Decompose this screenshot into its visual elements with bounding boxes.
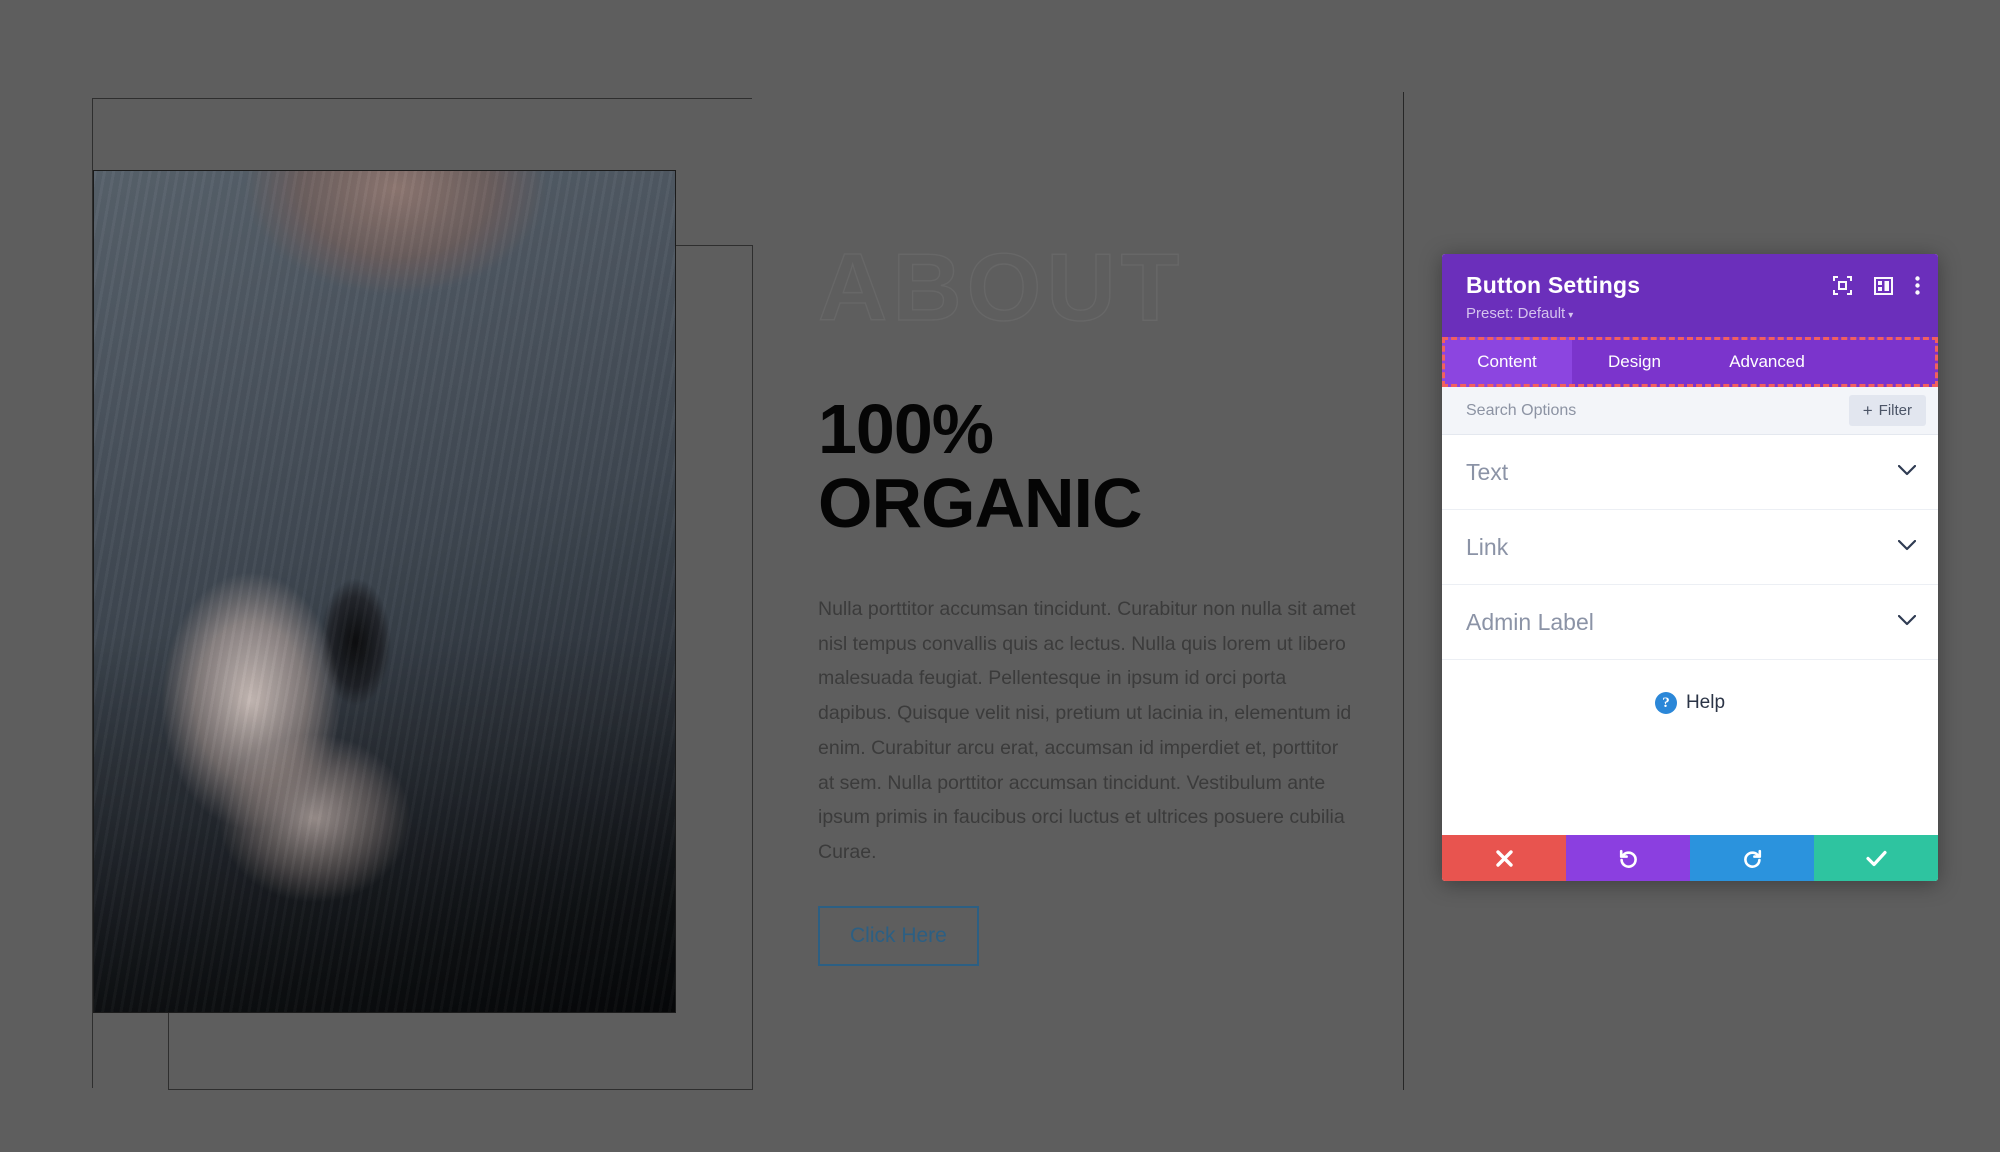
focus-target-icon[interactable]: [1833, 276, 1852, 295]
help-icon: ?: [1654, 692, 1677, 714]
accordion-section-admin-label[interactable]: Admin Label: [1442, 585, 1938, 660]
tab-content[interactable]: Content: [1442, 337, 1572, 387]
click-here-button[interactable]: Click Here: [818, 906, 979, 966]
plus-icon: +: [1862, 401, 1873, 420]
accordion-label: Link: [1466, 533, 1509, 560]
chevron-down-icon: ▾: [1568, 310, 1574, 321]
more-options-icon[interactable]: [1915, 276, 1920, 295]
page-title: 100% ORGANIC: [818, 392, 1378, 540]
undo-button[interactable]: [1566, 835, 1690, 881]
save-button[interactable]: [1814, 835, 1938, 881]
filter-button[interactable]: + Filter: [1848, 395, 1926, 426]
help-label: Help: [1685, 692, 1726, 713]
accordion-label: Text: [1466, 458, 1509, 485]
redo-button[interactable]: [1690, 835, 1814, 881]
search-input[interactable]: [1466, 401, 1849, 420]
button-settings-modal[interactable]: Button Settings Preset: Default ▾ Conten…: [1442, 254, 1938, 881]
tab-advanced[interactable]: Advanced: [1697, 337, 1837, 387]
search-row: + Filter: [1442, 387, 1938, 435]
chevron-down-icon: [1897, 613, 1917, 631]
preset-selector[interactable]: Preset: Default ▾: [1466, 305, 1573, 322]
chevron-down-icon: [1897, 463, 1917, 481]
hero-image: [93, 170, 676, 1013]
modal-footer: [1442, 835, 1938, 881]
layout-panel-icon[interactable]: [1874, 276, 1893, 295]
modal-header-actions: [1833, 276, 1920, 295]
help-link[interactable]: ? Help: [1654, 692, 1726, 714]
undo-icon: [1619, 849, 1637, 868]
section-divider-line: [1403, 92, 1404, 1090]
help-area: ? Help: [1442, 660, 1938, 835]
chevron-down-icon: [1897, 538, 1917, 556]
body-paragraph: Nulla porttitor accumsan tincidunt. Cura…: [818, 598, 1356, 863]
eyebrow-heading: ABOUT: [817, 234, 1185, 341]
close-icon: [1495, 849, 1513, 867]
modal-header: Button Settings Preset: Default ▾: [1442, 254, 1938, 337]
tab-design[interactable]: Design: [1572, 337, 1697, 387]
settings-accordion: Text Link Admin Label: [1442, 435, 1938, 660]
accordion-label: Admin Label: [1466, 608, 1594, 635]
redo-icon: [1743, 849, 1761, 868]
accordion-section-link[interactable]: Link: [1442, 510, 1938, 585]
cancel-button[interactable]: [1442, 835, 1566, 881]
headline-line-1: 100%: [818, 390, 994, 468]
filter-button-label: Filter: [1878, 402, 1912, 419]
headline-line-2: ORGANIC: [818, 464, 1143, 543]
accordion-section-text[interactable]: Text: [1442, 435, 1938, 510]
preset-label: Preset: Default: [1466, 305, 1566, 322]
checkmark-icon: [1865, 850, 1887, 866]
settings-tab-strip: Content Design Advanced: [1442, 337, 1938, 387]
